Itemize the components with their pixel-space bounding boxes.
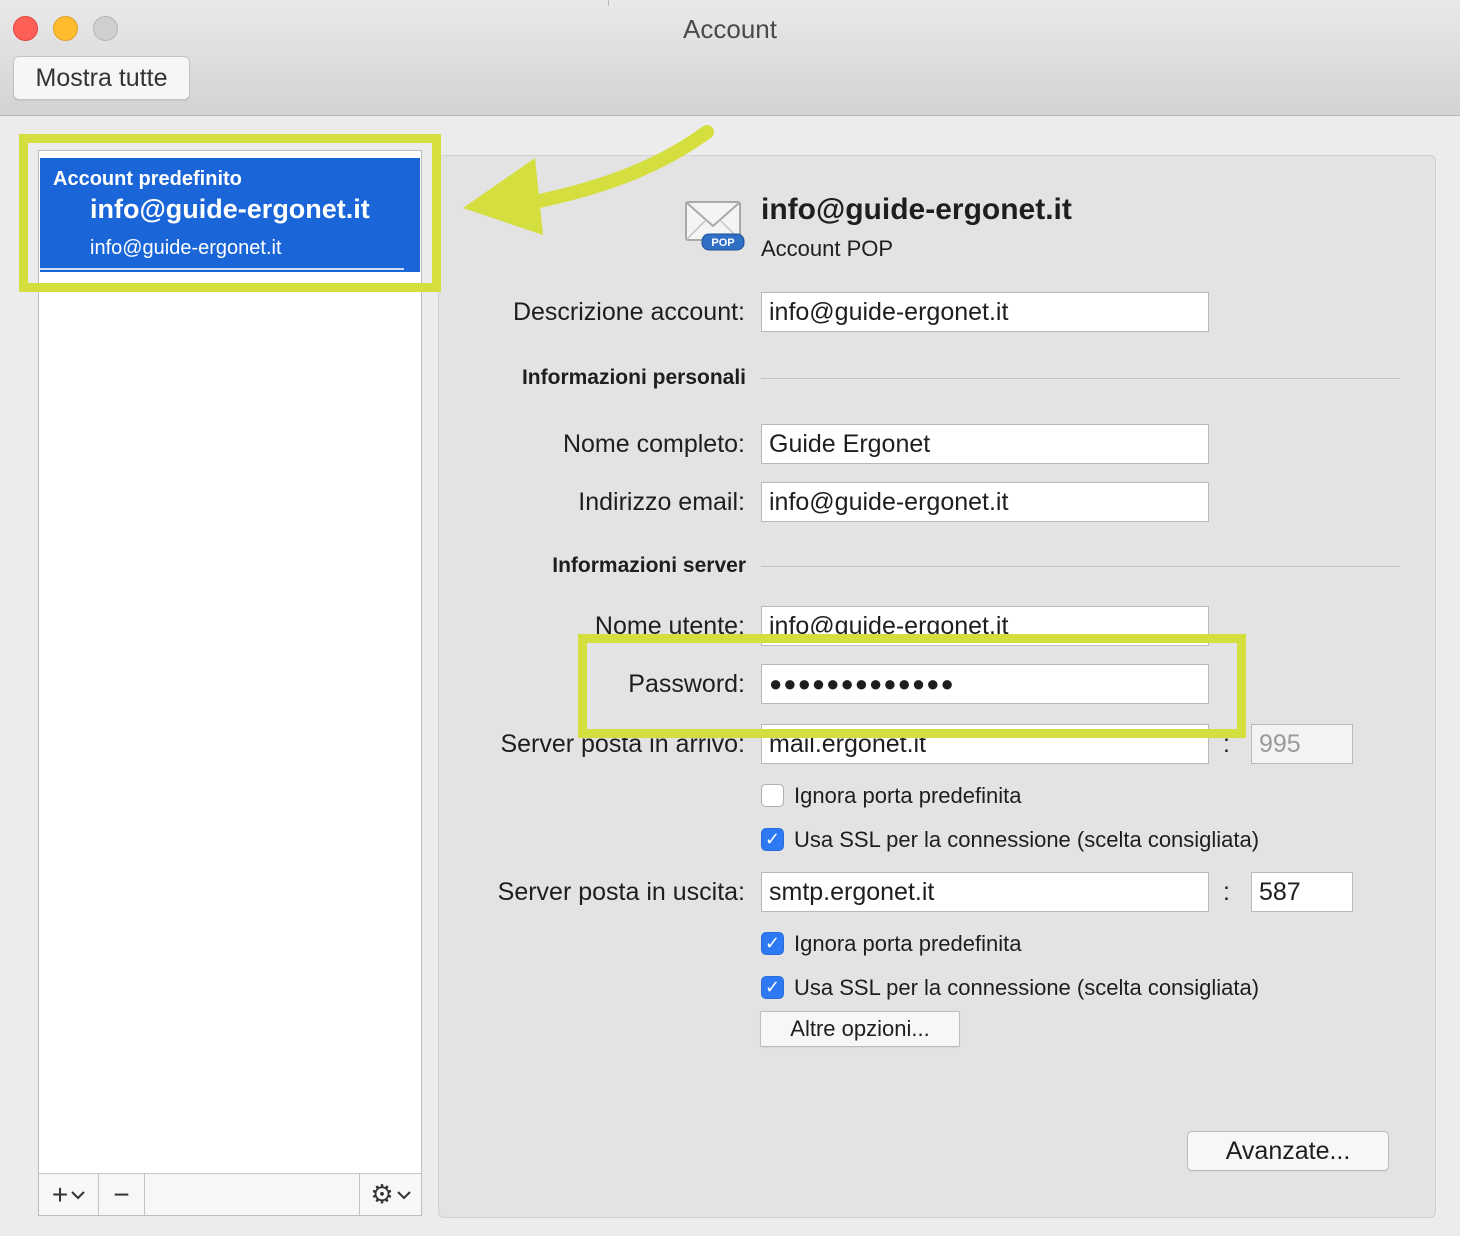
description-label: Descrizione account: bbox=[512, 298, 745, 326]
incoming-port-field[interactable]: 995 bbox=[1251, 724, 1353, 764]
account-actions-button[interactable]: ⚙ bbox=[359, 1174, 421, 1215]
account-type-label: Account POP bbox=[761, 236, 894, 261]
gear-icon: ⚙ bbox=[370, 1179, 394, 1209]
description-field[interactable]: info@guide-ergonet.it bbox=[761, 292, 1209, 332]
chevron-down-icon bbox=[71, 1190, 85, 1199]
fullname-field[interactable]: Guide Ergonet bbox=[761, 424, 1209, 464]
incoming-override-port-checkbox[interactable] bbox=[761, 784, 784, 807]
port-separator: : bbox=[1223, 878, 1230, 906]
outgoing-server-field[interactable]: smtp.ergonet.it bbox=[761, 872, 1209, 912]
outgoing-ssl-label: Usa SSL per la connessione (scelta consi… bbox=[794, 975, 1260, 1000]
outgoing-override-port-checkbox[interactable]: ✓ bbox=[761, 932, 784, 955]
sidebar-toolbar: + − ⚙ bbox=[39, 1173, 421, 1215]
incoming-override-port-label: Ignora porta predefinita bbox=[794, 783, 1022, 808]
chevron-down-icon bbox=[396, 1190, 411, 1199]
outgoing-ssl-checkbox[interactable]: ✓ bbox=[761, 976, 784, 999]
advanced-button[interactable]: Avanzate... bbox=[1187, 1131, 1389, 1171]
annotation-arrow-icon bbox=[463, 125, 714, 235]
account-header-title: info@guide-ergonet.it bbox=[761, 193, 1072, 226]
section-divider bbox=[761, 378, 1400, 379]
more-options-button[interactable]: Altre opzioni... bbox=[760, 1011, 960, 1047]
window-title: Account bbox=[683, 14, 777, 44]
personal-info-heading: Informazioni personali bbox=[521, 366, 746, 389]
show-all-button[interactable]: Mostra tutte bbox=[13, 56, 190, 100]
fullname-label: Nome completo: bbox=[562, 430, 745, 458]
account-highlight-frame bbox=[19, 134, 441, 292]
incoming-ssl-label: Usa SSL per la connessione (scelta consi… bbox=[794, 827, 1260, 852]
email-field[interactable]: info@guide-ergonet.it bbox=[761, 482, 1209, 522]
remove-account-button[interactable]: − bbox=[99, 1174, 145, 1215]
add-account-button[interactable]: + bbox=[39, 1174, 99, 1215]
email-label: Indirizzo email: bbox=[578, 488, 745, 516]
section-divider bbox=[761, 566, 1400, 567]
title-divider bbox=[608, 0, 609, 6]
minus-icon: − bbox=[113, 1178, 130, 1210]
plus-icon: + bbox=[51, 1178, 69, 1210]
title-bar: Account Mostra tutte bbox=[0, 0, 1460, 116]
outgoing-port-field[interactable]: 587 bbox=[1251, 872, 1353, 912]
incoming-ssl-checkbox[interactable]: ✓ bbox=[761, 828, 784, 851]
accounts-sidebar: + − ⚙ bbox=[38, 150, 422, 1216]
outgoing-server-label: Server posta in uscita: bbox=[497, 878, 745, 906]
server-info-heading: Informazioni server bbox=[552, 554, 746, 577]
outgoing-override-port-label: Ignora porta predefinita bbox=[794, 931, 1022, 956]
password-highlight-frame bbox=[578, 634, 1246, 738]
